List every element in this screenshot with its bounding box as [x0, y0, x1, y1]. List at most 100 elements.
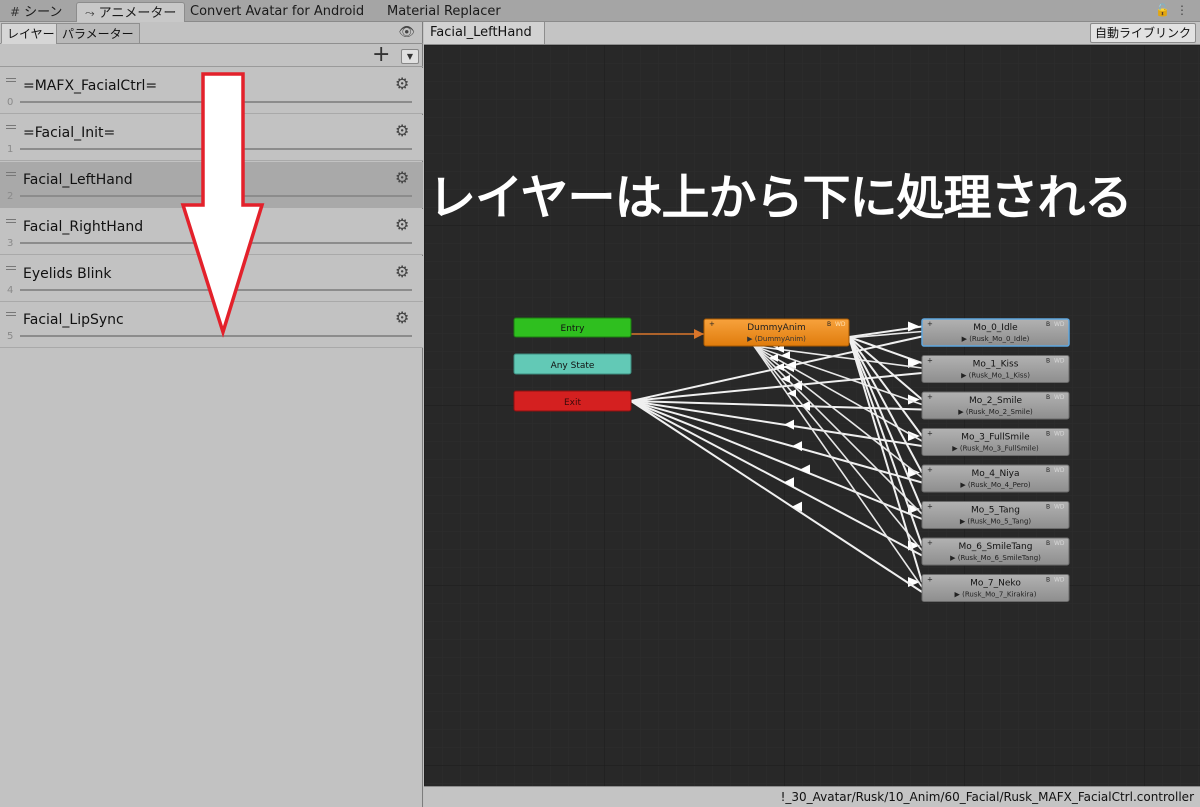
state-motion: ▶ (Rusk_Mo_6_SmileTang) — [950, 554, 1041, 562]
state-node[interactable]: + Mo_1_Kiss ▶ (Rusk_Mo_1_Kiss) B WD — [921, 355, 1070, 383]
entry-label: Entry — [561, 324, 586, 334]
badge-b: B — [1046, 577, 1050, 584]
tab-convert-avatar-label: Convert Avatar for Android — [190, 4, 365, 19]
entry-node[interactable]: Entry — [513, 317, 632, 338]
state-name: Mo_0_Idle — [973, 323, 1018, 333]
gear-icon[interactable]: ⚙ — [395, 262, 409, 281]
state-motion: ▶ (Rusk_Mo_1_Kiss) — [961, 372, 1030, 380]
layer-index: 1 — [7, 144, 14, 155]
tab-animator[interactable]: ⤳ アニメーター — [76, 2, 186, 22]
gear-icon[interactable]: ⚙ — [395, 215, 409, 234]
state-node[interactable]: + Mo_0_Idle ▶ (Rusk_Mo_0_Idle) B WD — [921, 318, 1070, 347]
state-machine-canvas[interactable]: Entry Any State Exit + DummyAnim ▶ (Dumm… — [424, 45, 1200, 786]
breadcrumb[interactable]: Facial_LeftHand — [424, 22, 545, 44]
layer-name: =MAFX_FacialCtrl= — [23, 78, 158, 94]
grid-icon: # — [10, 5, 21, 19]
state-motion: ▶ (Rusk_Mo_0_Idle) — [962, 335, 1030, 343]
layer-index: 3 — [7, 238, 14, 249]
state-node[interactable]: + Mo_4_Niya ▶ (Rusk_Mo_4_Pero) B WD — [921, 464, 1070, 493]
layer-name: =Facial_Init= — [23, 125, 116, 141]
state-name: Mo_5_Tang — [971, 506, 1020, 516]
badge-wd: WD — [835, 321, 846, 328]
panel-subtabs: レイヤー パラメーター 👁 — [0, 22, 423, 44]
play-icon: ▶ — [747, 335, 755, 343]
node-plus-icon: + — [927, 539, 933, 547]
node-plus-icon: + — [927, 393, 933, 401]
badge-b: B — [827, 321, 831, 328]
drag-handle-icon[interactable] — [6, 219, 16, 223]
node-plus-icon: + — [927, 320, 933, 328]
state-motion: ▶ (Rusk_Mo_3_FullSmile) — [952, 445, 1039, 453]
badge-b: B — [1046, 394, 1050, 401]
state-node[interactable]: + Mo_6_SmileTang ▶ (Rusk_Mo_6_SmileTang) B W… — [921, 537, 1070, 566]
state-node[interactable]: + Mo_7_Neko ▶ (Rusk_Mo_7_Kirakira) B WD — [921, 574, 1070, 602]
drag-handle-icon[interactable] — [6, 125, 16, 129]
graph-svg: Entry Any State Exit + DummyAnim ▶ (Dumm… — [424, 45, 1200, 786]
drag-handle-icon[interactable] — [6, 266, 16, 270]
tab-layers[interactable]: レイヤー — [1, 23, 61, 44]
badge-wd: WD — [1054, 540, 1065, 547]
badge-wd: WD — [1054, 467, 1065, 474]
dropdown-icon[interactable]: ▼ — [401, 49, 419, 64]
menu-icon[interactable]: ⋮ — [1176, 3, 1194, 17]
tab-layers-label: レイヤー — [7, 27, 55, 41]
layer-toolbar: + ▼ — [0, 42, 423, 67]
badge-wd: WD — [1054, 358, 1065, 365]
layer-name: Facial_LeftHand — [23, 172, 133, 188]
state-name: Mo_1_Kiss — [973, 360, 1019, 370]
tab-material-replacer-label: Material Replacer — [387, 4, 501, 19]
tab-scene-label: シーン — [24, 5, 63, 20]
state-node[interactable]: + Mo_3_FullSmile ▶ (Rusk_Mo_3_FullSmile) B W… — [921, 428, 1070, 456]
drag-handle-icon[interactable] — [6, 172, 16, 176]
gear-icon[interactable]: ⚙ — [395, 121, 409, 140]
badge-b: B — [1046, 358, 1050, 365]
state-motion: ▶ (Rusk_Mo_5_Tang) — [960, 518, 1032, 526]
auto-live-link-button[interactable]: 自動ライブリンク — [1089, 23, 1196, 43]
state-name: Mo_7_Neko — [970, 579, 1021, 589]
badge-b: B — [1046, 504, 1050, 511]
window-controls: 🔓⋮ — [1155, 3, 1194, 17]
annotation-caption: レイヤーは上から下に処理される — [428, 170, 1133, 226]
layer-name: Facial_LipSync — [23, 312, 124, 328]
state-motion: ▶ (Rusk_Mo_7_Kirakira) — [955, 591, 1037, 599]
gear-icon[interactable]: ⚙ — [395, 168, 409, 187]
eye-icon[interactable]: 👁 — [398, 25, 415, 40]
exit-label: Exit — [564, 398, 582, 408]
drag-handle-icon[interactable] — [6, 78, 16, 82]
node-plus-icon: + — [927, 430, 933, 438]
gear-icon[interactable]: ⚙ — [395, 74, 409, 93]
tab-animator-label: アニメーター — [98, 6, 177, 21]
tab-convert-avatar[interactable]: Convert Avatar for Android — [182, 2, 372, 22]
lock-icon[interactable]: 🔓 — [1155, 3, 1176, 17]
status-bar: !_30_Avatar/Rusk/10_Anim/60_Facial/Rusk_… — [424, 786, 1200, 807]
badge-b: B — [1046, 467, 1050, 474]
state-name: Mo_6_SmileTang — [959, 542, 1033, 552]
gear-icon[interactable]: ⚙ — [395, 308, 409, 327]
exit-node[interactable]: Exit — [513, 390, 632, 412]
tab-material-replacer[interactable]: Material Replacer — [379, 2, 509, 22]
badge-wd: WD — [1054, 431, 1065, 438]
dummy-anim-node[interactable]: + DummyAnim ▶ (DummyAnim) B WD — [703, 318, 850, 347]
svg-text:▶ (DummyAnim): ▶ (DummyAnim) — [747, 335, 806, 343]
node-plus-icon: + — [927, 503, 933, 511]
dummy-motion: (DummyAnim) — [755, 335, 806, 343]
drag-handle-icon[interactable] — [6, 312, 16, 316]
any-state-label: Any State — [551, 361, 595, 371]
state-node[interactable]: + Mo_2_Smile ▶ (Rusk_Mo_2_Smile) B WD — [921, 391, 1070, 420]
animator-graph-panel: Facial_LeftHand 自動ライブリンク Entry Any State… — [424, 22, 1200, 807]
node-plus-icon: + — [927, 466, 933, 474]
node-plus-icon: + — [709, 320, 715, 328]
state-node[interactable]: + Mo_5_Tang ▶ (Rusk_Mo_5_Tang) B WD — [921, 501, 1070, 529]
down-arrow-annotation — [180, 72, 265, 338]
tab-parameters-label: パラメーター — [62, 27, 134, 41]
any-state-node[interactable]: Any State — [513, 353, 632, 375]
graph-header: Facial_LeftHand 自動ライブリンク — [424, 22, 1200, 45]
tab-scene[interactable]: # シーン — [2, 2, 70, 22]
layer-index: 5 — [7, 331, 14, 342]
add-layer-button[interactable]: + — [372, 42, 390, 67]
tab-parameters[interactable]: パラメーター — [56, 23, 140, 44]
layer-name: Facial_RightHand — [23, 219, 144, 235]
badge-wd: WD — [1054, 321, 1065, 328]
badge-wd: WD — [1054, 504, 1065, 511]
badge-wd: WD — [1054, 577, 1065, 584]
